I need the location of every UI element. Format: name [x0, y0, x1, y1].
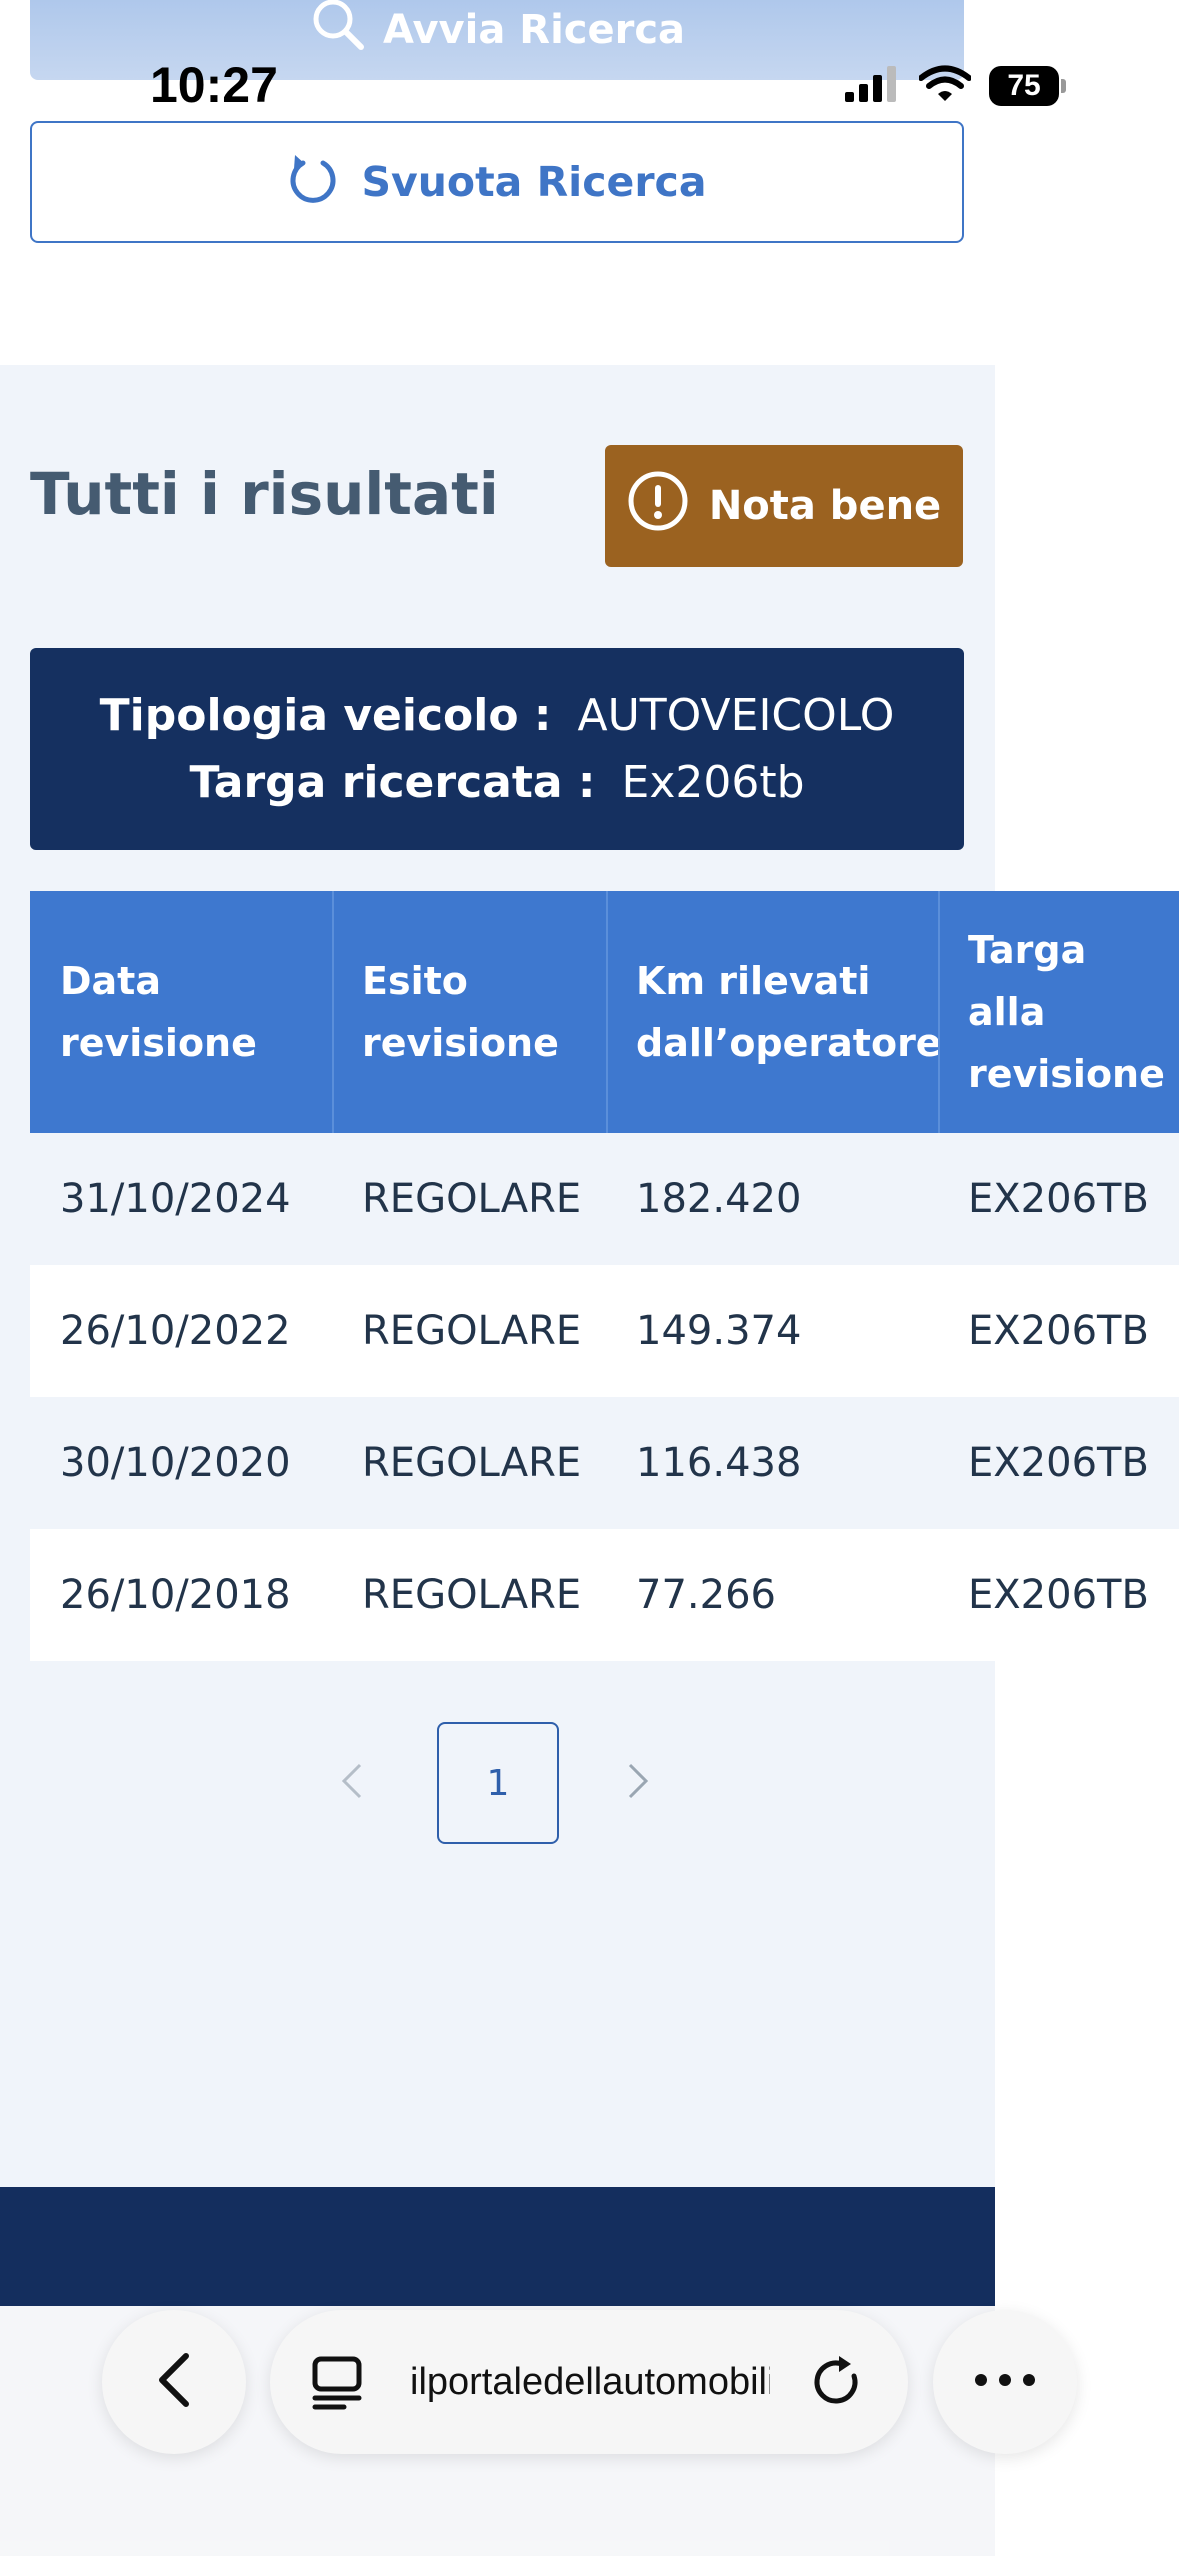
- status-icons: 75: [845, 64, 1066, 108]
- cell-plate: EX206TB: [968, 1440, 1149, 1486]
- vehicle-type-label: Tipologia veicolo :: [99, 690, 552, 741]
- chevron-right-icon[interactable]: [626, 1758, 650, 1812]
- reader-mode-icon[interactable]: [312, 2356, 362, 2414]
- header-km-line2: dall’operatore: [636, 1021, 942, 1065]
- header-date-line1: Data: [60, 959, 161, 1003]
- chevron-left-icon: [154, 2350, 194, 2414]
- header-outcome-line1: Esito: [362, 959, 468, 1003]
- header-km: Km rilevati dall’operatore: [636, 891, 942, 1133]
- cell-plate: EX206TB: [968, 1572, 1149, 1618]
- header-km-line1: Km rilevati: [636, 959, 871, 1003]
- table-row: 31/10/2024 REGOLARE 182.420 EX206TB: [30, 1133, 1179, 1265]
- plate-line: Targa ricercata : Ex206tb: [189, 757, 804, 808]
- plate-value: Ex206tb: [621, 757, 805, 808]
- header-plate-line1: Targa: [968, 928, 1087, 972]
- search-icon: [309, 0, 369, 65]
- cell-km: 77.266: [636, 1572, 776, 1618]
- cell-date: 26/10/2022: [60, 1308, 291, 1354]
- vehicle-type-line: Tipologia veicolo : AUTOVEICOLO: [100, 690, 895, 741]
- header-date-line2: revisione: [60, 1021, 257, 1065]
- cell-date: 30/10/2020: [60, 1440, 291, 1486]
- results-title: Tutti i risultati: [30, 460, 499, 528]
- cell-outcome: REGOLARE: [362, 1308, 582, 1354]
- chevron-left-icon[interactable]: [340, 1758, 364, 1812]
- search-info-box: Tipologia veicolo : AUTOVEICOLO Targa ri…: [30, 648, 964, 850]
- reset-icon: [287, 149, 339, 215]
- header-divider: [938, 891, 940, 1133]
- cell-km: 116.438: [636, 1440, 802, 1486]
- exclamation-icon: [627, 470, 689, 542]
- table-row: 26/10/2018 REGOLARE 77.266 EX206TB: [30, 1529, 1179, 1661]
- header-plate-line3: revisione: [968, 1052, 1165, 1096]
- address-url: ilportaledellautomobilista.it: [410, 2360, 770, 2403]
- cell-plate: EX206TB: [968, 1308, 1149, 1354]
- header-divider: [332, 891, 334, 1133]
- table-row: 30/10/2020 REGOLARE 116.438 EX206TB: [30, 1397, 1179, 1529]
- start-search-label: Avvia Ricerca: [382, 7, 686, 53]
- cell-km: 149.374: [636, 1308, 802, 1354]
- cell-km: 182.420: [636, 1176, 802, 1222]
- pagination-current-page[interactable]: 1: [437, 1722, 559, 1844]
- header-outcome-line2: revisione: [362, 1021, 559, 1065]
- note-button-label: Nota bene: [708, 483, 942, 529]
- table-header: Data revisione Esito revisione Km rilevati…: [30, 891, 1179, 1133]
- cell-date: 26/10/2018: [60, 1572, 291, 1618]
- battery-indicator: 75: [989, 66, 1059, 106]
- cell-outcome: REGOLARE: [362, 1440, 582, 1486]
- header-divider: [606, 891, 608, 1133]
- browser-more-button[interactable]: [933, 2310, 1077, 2454]
- clear-search-button[interactable]: Svuota Ricerca: [30, 121, 964, 243]
- status-time: 10:27: [150, 57, 278, 113]
- signal-icon: [845, 66, 901, 106]
- cell-date: 31/10/2024: [60, 1176, 291, 1222]
- browser-back-button[interactable]: [102, 2310, 246, 2454]
- header-outcome: Esito revisione: [362, 891, 559, 1133]
- vehicle-type-value: AUTOVEICOLO: [577, 690, 895, 741]
- battery-cap: [1061, 79, 1066, 93]
- address-bar[interactable]: ilportaledellautomobilista.it: [270, 2310, 908, 2454]
- header-plate: Targa alla revisione: [968, 891, 1165, 1133]
- header-plate-line2: alla: [968, 990, 1046, 1034]
- cell-outcome: REGOLARE: [362, 1176, 582, 1222]
- header-date: Data revisione: [60, 891, 257, 1133]
- table-row: 26/10/2022 REGOLARE 149.374 EX206TB: [30, 1265, 1179, 1397]
- clear-search-label: Svuota Ricerca: [361, 158, 707, 206]
- cell-plate: EX206TB: [968, 1176, 1149, 1222]
- plate-label: Targa ricercata :: [189, 757, 596, 808]
- note-button[interactable]: Nota bene: [605, 445, 963, 567]
- wifi-icon: [918, 65, 972, 107]
- reload-icon[interactable]: [810, 2354, 866, 2414]
- more-icon: [973, 2372, 1037, 2392]
- cell-outcome: REGOLARE: [362, 1572, 582, 1618]
